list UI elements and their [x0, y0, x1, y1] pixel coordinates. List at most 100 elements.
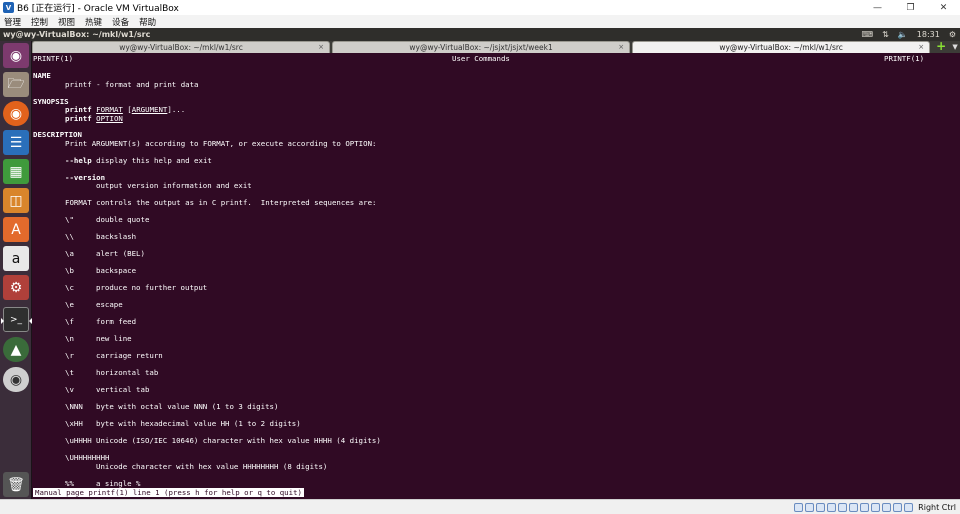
- network-icon[interactable]: [827, 502, 837, 512]
- man-header-left: PRINTF(1): [33, 54, 74, 63]
- sequence-description: backspace: [96, 266, 137, 275]
- terminal-tabbar: wy@wy-VirtualBox: ~/mkl/w1/src × wy@wy-V…: [32, 40, 960, 53]
- tab-1[interactable]: wy@wy-VirtualBox: ~/mkl/w1/src ×: [32, 41, 331, 53]
- sequence-description: horizontal tab: [96, 368, 159, 377]
- vbox-statusbar: Right Ctrl: [0, 499, 960, 514]
- tab-label: wy@wy-VirtualBox: ~/mkl/w1/src: [119, 43, 243, 52]
- panel-window-title: wy@wy-VirtualBox: ~/mkl/w1/src: [3, 30, 151, 39]
- menu-help[interactable]: 帮助: [135, 16, 162, 28]
- trash-icon[interactable]: 🗑: [3, 472, 29, 497]
- version-text: output version information and exit: [96, 181, 252, 190]
- menu-hotkey[interactable]: 热键: [81, 16, 108, 28]
- hard-disk-icon[interactable]: [794, 502, 804, 512]
- synopsis-heading: SYNOPSIS: [33, 97, 69, 106]
- name-text: printf - format and print data: [65, 80, 199, 89]
- amazon-icon[interactable]: a: [3, 246, 29, 271]
- audio-icon[interactable]: [816, 502, 826, 512]
- tab-close-icon[interactable]: ×: [618, 43, 624, 51]
- sequence-description: form feed: [96, 317, 137, 326]
- synopsis-line-2: printf OPTION: [65, 114, 123, 123]
- close-icon[interactable]: ✕: [927, 0, 960, 15]
- system-settings-icon[interactable]: ⚙: [3, 275, 29, 300]
- sequence-code: \v: [65, 385, 74, 394]
- terminal-scrollbar[interactable]: [956, 53, 960, 499]
- keyboard-indicator-icon[interactable]: ⌨: [862, 30, 874, 39]
- man-header-center: User Commands: [452, 54, 510, 63]
- display-icon[interactable]: [860, 502, 870, 512]
- host-key-label: Right Ctrl: [918, 502, 956, 512]
- firefox-icon[interactable]: ◉: [3, 101, 29, 126]
- tab-menu-icon[interactable]: ▼: [950, 41, 960, 53]
- tab-3-active[interactable]: wy@wy-VirtualBox: ~/mkl/w1/src ×: [632, 41, 931, 53]
- sequence-code: \uHHHH: [65, 436, 92, 445]
- terminal-content[interactable]: PRINTF(1) User Commands PRINTF(1) NAME p…: [32, 53, 956, 499]
- keyboard-capture-icon[interactable]: [904, 502, 914, 512]
- mouse-integration-icon[interactable]: [893, 502, 903, 512]
- menu-devices[interactable]: 设备: [108, 16, 135, 28]
- window-controls: — ❐ ✕: [861, 0, 960, 15]
- man-header-right: PRINTF(1): [884, 54, 925, 63]
- cpu-icon[interactable]: [882, 502, 892, 512]
- network-indicator-icon[interactable]: ⇅: [882, 30, 889, 39]
- menu-control[interactable]: 控制: [27, 16, 54, 28]
- clock[interactable]: 18:31: [917, 30, 940, 39]
- sequence-description: escape: [96, 300, 123, 309]
- sequence-code: \n: [65, 334, 74, 343]
- shared-folders-icon[interactable]: [849, 502, 859, 512]
- sequence-description: backslash: [96, 232, 137, 241]
- restore-icon[interactable]: ❐: [894, 0, 927, 15]
- ubuntu-top-panel: wy@wy-VirtualBox: ~/mkl/w1/src ⌨ ⇅ 🔈 18:…: [0, 28, 960, 41]
- volume-indicator-icon[interactable]: 🔈: [898, 30, 908, 39]
- files-icon[interactable]: 🗁: [3, 72, 29, 97]
- sequence-description: new line: [96, 334, 132, 343]
- usb-icon[interactable]: [838, 502, 848, 512]
- name-heading: NAME: [33, 71, 51, 80]
- window-title: B6 [正在运行] - Oracle VM VirtualBox: [17, 4, 179, 14]
- sequence-code: \f: [65, 317, 74, 326]
- menu-manage[interactable]: 管理: [0, 16, 27, 28]
- unity-launcher: ◉ 🗁 ◉ ☰ ▦ ◫ A a ⚙ >_ ▲ ◉ 🗑: [0, 41, 32, 499]
- writer-icon[interactable]: ☰: [3, 130, 29, 155]
- tab-close-icon[interactable]: ×: [318, 43, 324, 51]
- sequence-seq-pct: %%: [65, 479, 74, 488]
- tab-close-icon[interactable]: ×: [918, 43, 924, 51]
- ubuntu-dash-icon[interactable]: ◉: [3, 43, 29, 68]
- optical-drive-icon[interactable]: [805, 502, 815, 512]
- impress-icon[interactable]: ◫: [3, 188, 29, 213]
- description-intro: Print ARGUMENT(s) according to FORMAT, o…: [65, 139, 377, 148]
- new-tab-icon[interactable]: +: [935, 40, 947, 53]
- sequence-code: \\: [65, 232, 74, 241]
- video-capture-icon[interactable]: [871, 502, 881, 512]
- sequence-code: \r: [65, 351, 74, 360]
- sequence-desc-pct: a single %: [96, 479, 141, 488]
- sequence-code: \": [65, 215, 74, 224]
- format-intro: FORMAT controls the output as in C print…: [65, 198, 377, 207]
- sequence-code: \b: [65, 266, 74, 275]
- sequence-description: Unicode (ISO/IEC 10646) character with h…: [96, 436, 381, 445]
- calc-icon[interactable]: ▦: [3, 159, 29, 184]
- terminal-icon[interactable]: >_: [1, 307, 32, 332]
- sequence-code: \NNN: [65, 402, 83, 411]
- sequence-description: vertical tab: [96, 385, 150, 394]
- vbox-menubar: 管理 控制 视图 热键 设备 帮助: [0, 15, 960, 28]
- tab-2[interactable]: wy@wy-VirtualBox: ~/jsjxt/jsjxt/week1 ×: [332, 41, 631, 53]
- software-center-icon[interactable]: A: [3, 217, 29, 242]
- software-updater-icon[interactable]: ▲: [3, 337, 29, 362]
- synopsis-line-1: printf FORMAT [ARGUMENT]...: [65, 105, 186, 114]
- dvd-icon[interactable]: ◉: [3, 367, 29, 392]
- sequence-code: \a: [65, 249, 74, 258]
- description-heading: DESCRIPTION: [33, 130, 82, 139]
- sequence-description: alert (BEL): [96, 249, 145, 258]
- sequence-code: \t: [65, 368, 74, 377]
- sequence-code: \xHH: [65, 419, 83, 428]
- session-gear-icon[interactable]: ⚙: [949, 30, 956, 39]
- vbox-titlebar: V B6 [正在运行] - Oracle VM VirtualBox — ❐ ✕: [0, 0, 960, 15]
- virtualbox-icon: V: [3, 2, 14, 13]
- sequence-desc-long: Unicode character with hex value HHHHHHH…: [96, 462, 328, 471]
- sequence-seq-long: \UHHHHHHHH: [65, 453, 110, 462]
- sequence-description: byte with hexadecimal value HH (1 to 2 d…: [96, 419, 301, 428]
- menu-view[interactable]: 视图: [54, 16, 81, 28]
- sequence-description: carriage return: [96, 351, 163, 360]
- sequence-description: produce no further output: [96, 283, 208, 292]
- minimize-icon[interactable]: —: [861, 0, 894, 15]
